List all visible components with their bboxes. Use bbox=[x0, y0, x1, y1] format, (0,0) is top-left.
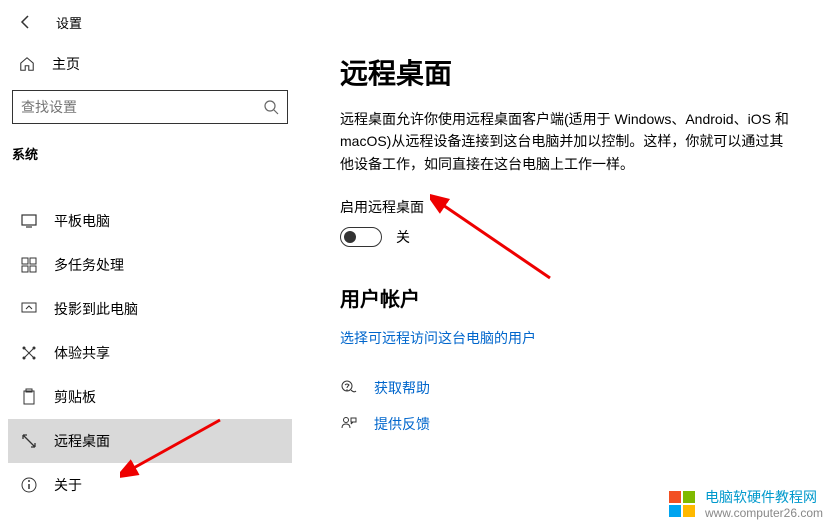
toggle-state: 关 bbox=[396, 227, 410, 247]
content: 远程桌面 远程桌面允许你使用远程桌面客户端(适用于 Windows、Androi… bbox=[300, 40, 833, 528]
search-input[interactable] bbox=[21, 99, 263, 115]
help-icon bbox=[340, 379, 358, 397]
sidebar-item-remote-desktop[interactable]: 远程桌面 bbox=[8, 419, 292, 463]
select-users-link[interactable]: 选择可远程访问这台电脑的用户 bbox=[340, 328, 793, 348]
toggle-knob bbox=[344, 231, 356, 243]
sidebar-item-about[interactable]: 关于 bbox=[8, 463, 292, 507]
home-link[interactable]: 主页 bbox=[8, 46, 292, 82]
share-icon bbox=[20, 344, 38, 362]
enable-remote-label: 启用远程桌面 bbox=[340, 197, 793, 217]
watermark-text: 电脑软硬件教程网 bbox=[705, 489, 823, 506]
sidebar-item-project[interactable]: 投影到此电脑 bbox=[8, 287, 292, 331]
sidebar-item-label: 多任务处理 bbox=[54, 255, 124, 275]
feedback-label: 提供反馈 bbox=[374, 414, 430, 434]
sidebar-item-label: 平板电脑 bbox=[54, 211, 110, 231]
home-icon bbox=[18, 55, 36, 73]
watermark-url: www.computer26.com bbox=[705, 506, 823, 520]
project-icon bbox=[20, 300, 38, 318]
remote-desktop-icon bbox=[20, 432, 38, 450]
help-label: 获取帮助 bbox=[374, 378, 430, 398]
sidebar-item-label: 剪贴板 bbox=[54, 387, 96, 407]
sidebar-item-tablet[interactable]: 平板电脑 bbox=[8, 199, 292, 243]
sidebar-item-share[interactable]: 体验共享 bbox=[8, 331, 292, 375]
back-arrow-icon bbox=[18, 14, 34, 30]
page-title: 远程桌面 bbox=[340, 52, 793, 92]
get-help-link[interactable]: 获取帮助 bbox=[340, 378, 793, 398]
search-icon bbox=[263, 99, 279, 115]
sidebar-item-label: 关于 bbox=[54, 475, 82, 495]
sidebar: 主页 系统 平板电脑 多任务处理 投影到此电脑 体验共享 剪贴板 bbox=[0, 40, 300, 528]
search-box[interactable] bbox=[12, 90, 288, 124]
clipboard-icon bbox=[20, 388, 38, 406]
feedback-link[interactable]: 提供反馈 bbox=[340, 414, 793, 434]
sidebar-item-clipboard[interactable]: 剪贴板 bbox=[8, 375, 292, 419]
sidebar-item-label: 远程桌面 bbox=[54, 431, 110, 451]
sidebar-item-label: 体验共享 bbox=[54, 343, 110, 363]
sidebar-item-label: 投影到此电脑 bbox=[54, 299, 138, 319]
about-icon bbox=[20, 476, 38, 494]
tablet-icon bbox=[20, 212, 38, 230]
section-title: 系统 bbox=[8, 138, 292, 199]
user-accounts-heading: 用户帐户 bbox=[340, 283, 793, 312]
enable-remote-toggle[interactable] bbox=[340, 227, 382, 247]
header-title: 设置 bbox=[56, 13, 82, 32]
windows-logo-icon bbox=[667, 489, 697, 519]
feedback-icon bbox=[340, 415, 358, 433]
back-button[interactable] bbox=[16, 12, 36, 32]
multitask-icon bbox=[20, 256, 38, 274]
header: 设置 bbox=[0, 0, 833, 40]
sidebar-item-multitask[interactable]: 多任务处理 bbox=[8, 243, 292, 287]
home-label: 主页 bbox=[52, 54, 80, 74]
description: 远程桌面允许你使用远程桌面客户端(适用于 Windows、Android、iOS… bbox=[340, 108, 793, 175]
watermark: 电脑软硬件教程网 www.computer26.com bbox=[667, 489, 823, 520]
